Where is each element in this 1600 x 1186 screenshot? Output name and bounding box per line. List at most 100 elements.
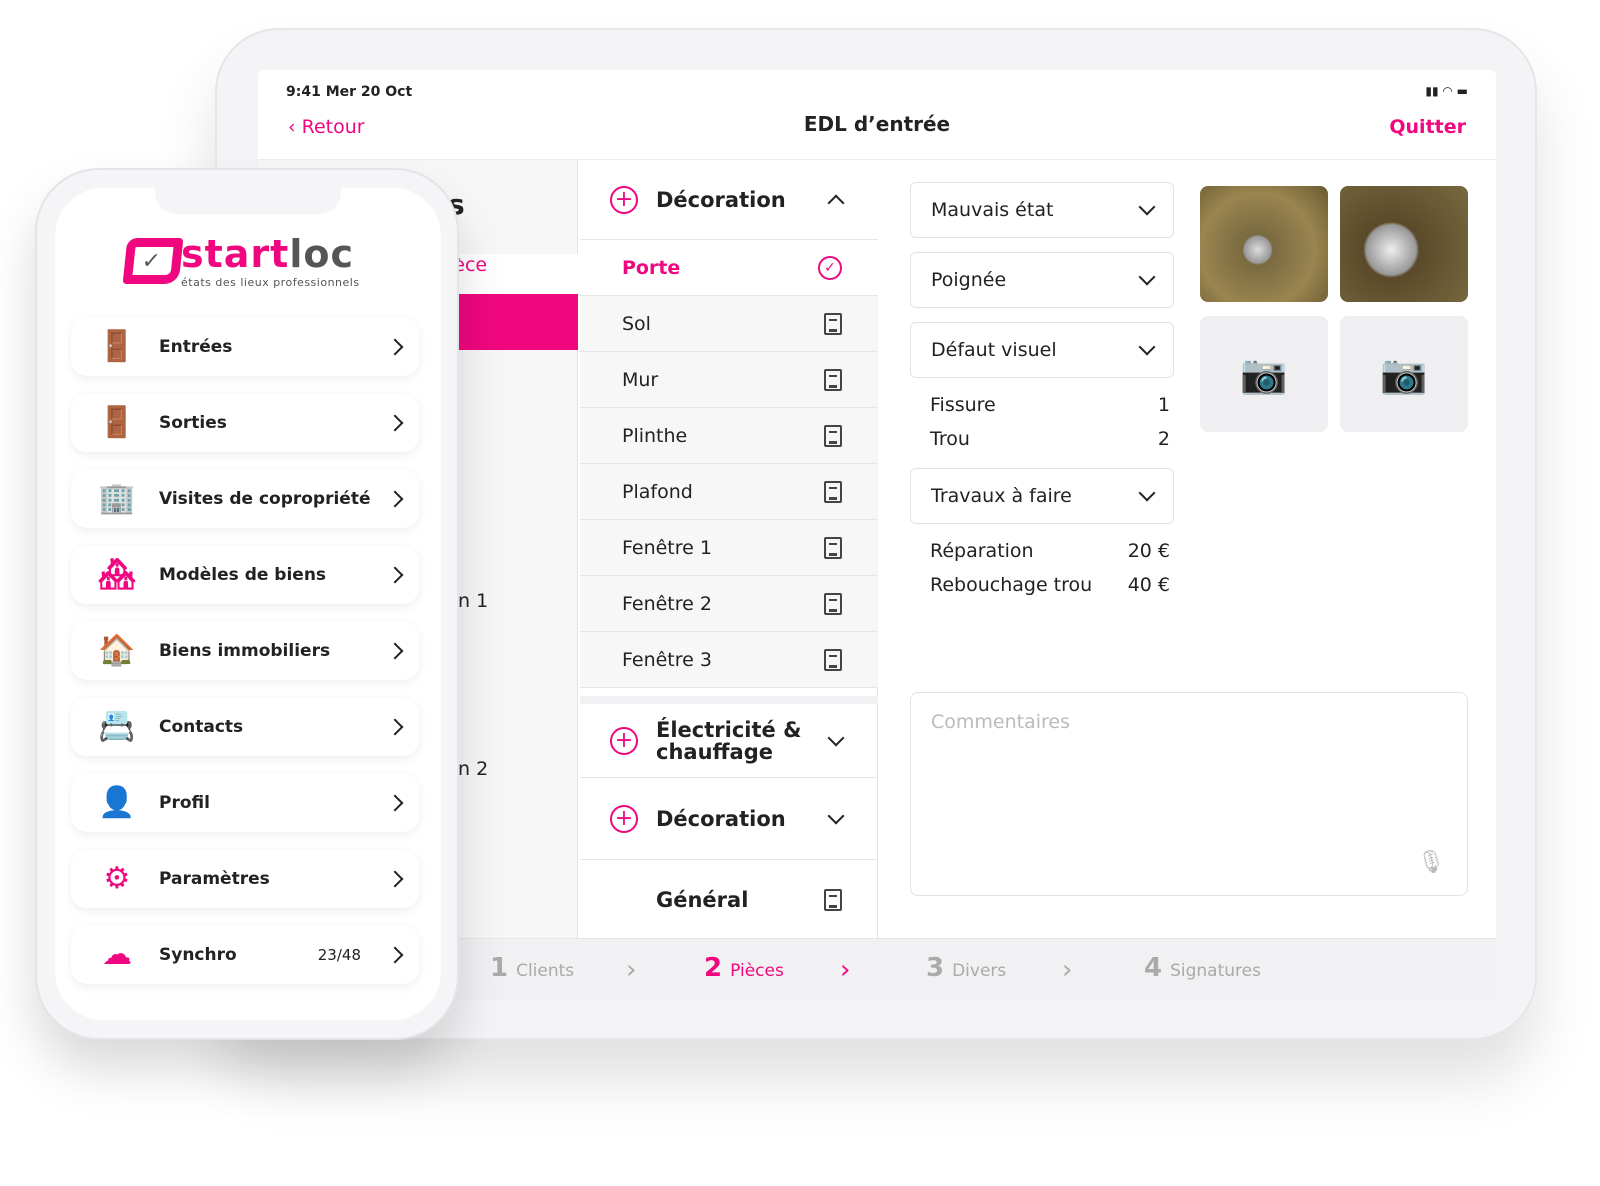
chevron-right-icon <box>386 946 404 964</box>
chevron-right-icon <box>386 414 404 432</box>
works-row: Réparation 20 € <box>930 540 1170 562</box>
element-row[interactable]: Porte ✓ <box>580 240 878 296</box>
quit-button[interactable]: Quitter <box>1389 116 1466 138</box>
works-select[interactable]: Travaux à faire <box>910 468 1174 524</box>
menu-item[interactable]: ☁ Synchro 23/48 <box>71 926 419 984</box>
menu-label: Profil <box>159 793 210 813</box>
element-label: Fenêtre 2 <box>622 592 712 615</box>
cloud-sync-icon: ☁ <box>102 937 132 972</box>
document-icon <box>824 480 842 503</box>
element-select[interactable]: Poignée <box>910 252 1174 308</box>
check-circle-icon: ✓ <box>818 255 842 280</box>
chevron-right-icon <box>386 718 404 736</box>
chevron-right-icon <box>386 794 404 812</box>
door-enter-icon: 🚪 <box>98 329 136 364</box>
room-row[interactable]: n 2 <box>458 758 488 780</box>
document-icon <box>824 424 842 447</box>
chevron-down-icon <box>1138 484 1156 502</box>
microphone-icon[interactable]: 🎙 <box>1417 850 1445 875</box>
logo-icon: ✓ <box>122 238 184 284</box>
document-icon <box>824 592 842 615</box>
sync-count: 23/48 <box>317 946 361 964</box>
plus-circle-icon: + <box>610 804 638 833</box>
section-general[interactable]: Général <box>580 860 878 940</box>
element-label: Sol <box>622 312 651 335</box>
add-photo-button[interactable]: 📷 <box>1340 316 1468 432</box>
nav-bar: 9:41 Mer 20 Oct ▮▮ ◠ ▬ ‹ Retour EDL d’en… <box>258 70 1496 160</box>
element-label: Plafond <box>622 480 693 503</box>
house-icon: 🏠 <box>98 633 136 668</box>
element-row[interactable]: Fenêtre 1 <box>580 520 878 576</box>
page-title: EDL d’entrée <box>803 112 951 136</box>
element-row[interactable]: Fenêtre 3 <box>580 632 878 688</box>
menu-label: Biens immobiliers <box>159 641 331 661</box>
menu-item[interactable]: 👤 Profil <box>71 774 419 832</box>
photo-thumbnail[interactable] <box>1200 186 1328 302</box>
element-row[interactable]: Mur <box>580 352 878 408</box>
element-row[interactable]: Plafond <box>580 464 878 520</box>
element-label: Fenêtre 3 <box>622 648 712 671</box>
chevron-down-icon <box>827 807 845 824</box>
element-row[interactable]: Plinthe <box>580 408 878 464</box>
camera-plus-icon: 📷 <box>1380 351 1428 396</box>
section-decoration[interactable]: + Décoration <box>580 778 878 860</box>
chevron-right-icon <box>386 642 404 660</box>
house-templates-icon: 🏘 <box>97 557 137 592</box>
menu-label: Synchro <box>159 945 237 965</box>
defect-select[interactable]: Défaut visuel <box>910 322 1174 378</box>
gears-icon: ⚙ <box>103 861 131 896</box>
menu-label: Sorties <box>159 413 227 433</box>
comments-textarea[interactable]: Commentaires 🎙 <box>910 692 1468 896</box>
phone-screen: ✓ startloc états des lieux professionnel… <box>55 188 441 1020</box>
element-row[interactable]: Sol <box>580 296 878 352</box>
state-select[interactable]: Mauvais état <box>910 182 1174 238</box>
step-divers[interactable]: 3 Divers <box>926 953 1006 983</box>
chevron-right-icon: › <box>840 955 851 985</box>
contact-card-icon: 📇 <box>98 709 136 744</box>
chevron-right-icon: › <box>626 955 637 985</box>
menu-label: Visites de copropriété <box>159 489 371 509</box>
menu-label: Contacts <box>159 717 244 737</box>
menu-item[interactable]: 📇 Contacts <box>71 698 419 756</box>
section-decoration-open[interactable]: + Décoration <box>580 160 878 240</box>
element-label: Mur <box>622 368 659 391</box>
menu-label: Modèles de biens <box>159 565 327 585</box>
defect-row: Trou 2 <box>930 428 1170 450</box>
phone-notch <box>155 188 341 214</box>
chevron-right-icon <box>386 490 404 508</box>
status-icons: ▮▮ ◠ ▬ <box>1425 84 1468 98</box>
menu-item[interactable]: 🚪 Sorties <box>71 394 419 452</box>
status-time: 9:41 Mer 20 Oct <box>286 84 413 100</box>
menu-item[interactable]: 🚪 Entrées <box>71 318 419 376</box>
elements-column: + Décoration Porte ✓ Sol Mur Plinthe Plafond Fe… <box>580 160 878 940</box>
document-icon <box>824 312 842 335</box>
defect-row: Fissure 1 <box>930 394 1170 416</box>
section-electricite[interactable]: + Électricité & chauffage <box>580 696 878 778</box>
step-clients[interactable]: 1 Clients <box>490 953 574 983</box>
menu-item[interactable]: ⚙ Paramètres <box>71 850 419 908</box>
document-icon <box>824 536 842 559</box>
building-visit-icon: 🏢 <box>98 481 136 516</box>
photo-thumbnail[interactable] <box>1340 186 1468 302</box>
element-row[interactable]: Fenêtre 2 <box>580 576 878 632</box>
menu-item[interactable]: 🏠 Biens immobiliers <box>71 622 419 680</box>
step-signatures[interactable]: 4 Signatures <box>1144 953 1261 983</box>
user-icon: 👤 <box>98 785 136 820</box>
chevron-up-icon <box>827 194 845 211</box>
chevron-down-icon <box>1138 338 1156 356</box>
plus-circle-icon: + <box>610 726 638 755</box>
element-label: Fenêtre 1 <box>622 536 712 559</box>
document-icon <box>824 368 842 391</box>
menu-label: Entrées <box>159 337 233 357</box>
menu-item[interactable]: 🏢 Visites de copropriété <box>71 470 419 528</box>
plus-circle-icon: + <box>610 185 638 214</box>
door-exit-icon: 🚪 <box>98 405 136 440</box>
add-photo-button[interactable]: 📷 <box>1200 316 1328 432</box>
menu-item[interactable]: 🏘 Modèles de biens <box>71 546 419 604</box>
step-pieces[interactable]: 2 Pièces <box>704 953 784 983</box>
logo-text: startloc <box>181 232 355 276</box>
document-icon <box>824 648 842 671</box>
chevron-right-icon <box>386 566 404 584</box>
active-room-row[interactable] <box>458 294 578 350</box>
room-row[interactable]: n 1 <box>458 590 488 612</box>
